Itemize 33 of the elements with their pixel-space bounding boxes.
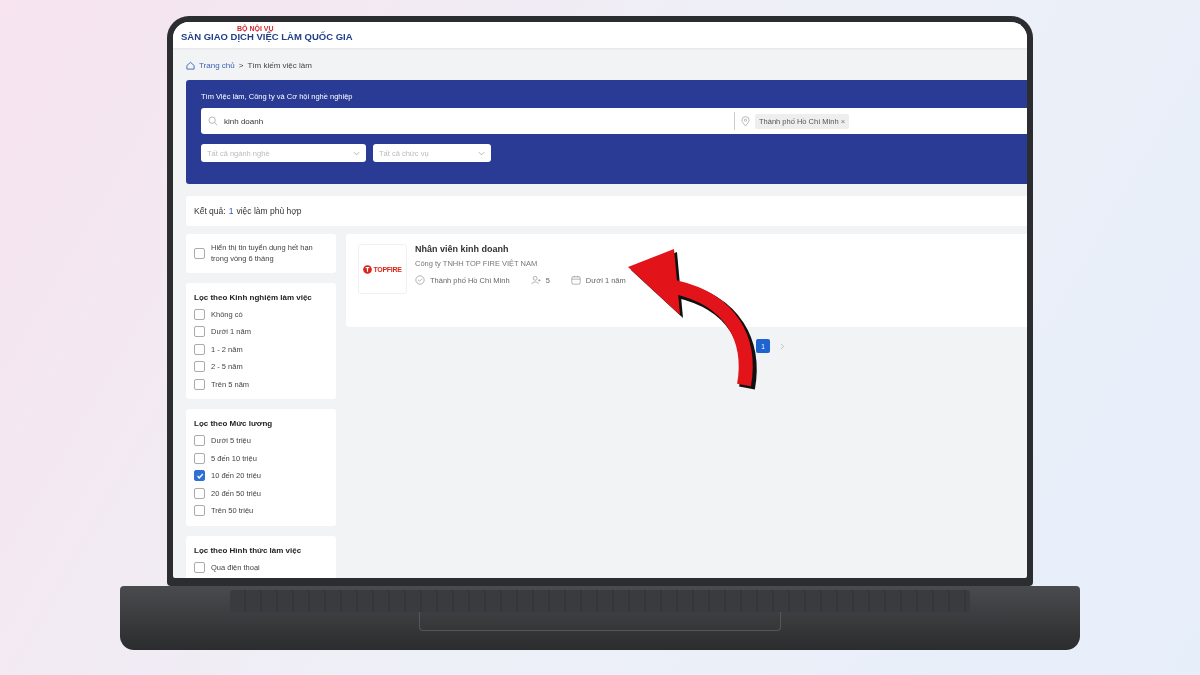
breadcrumb-separator: >: [238, 60, 244, 70]
checkbox[interactable]: [194, 452, 205, 464]
results-suffix: việc làm phù hợp: [236, 206, 302, 216]
user-plus-icon: [530, 275, 541, 285]
checkbox[interactable]: [194, 343, 205, 355]
filter-title: Lọc theo Kinh nghiệm làm việc: [194, 292, 313, 302]
filter-title: Lọc theo Hình thức làm việc: [194, 545, 303, 555]
calendar-icon: [570, 275, 581, 285]
job-title[interactable]: Nhân viên kinh doanh: [415, 244, 626, 254]
location-pin-icon: [741, 115, 750, 127]
breadcrumb-item: Tìm kiếm việc làm: [247, 60, 312, 70]
filter-title: Lọc theo Mức lương: [194, 419, 274, 428]
results-label: Kết quả:: [194, 206, 226, 216]
checkbox[interactable]: [194, 308, 205, 320]
checkbox[interactable]: [194, 435, 205, 447]
checkbox[interactable]: [194, 378, 205, 390]
checkbox[interactable]: [194, 505, 205, 517]
checkbox[interactable]: [194, 561, 205, 573]
checkbox[interactable]: [194, 470, 205, 482]
breadcrumb-item[interactable]: Trang chủ: [199, 60, 235, 70]
chevron-down-icon: [478, 150, 485, 156]
chevron-right-icon[interactable]: [780, 342, 785, 350]
checkbox[interactable]: [194, 326, 205, 338]
checkbox[interactable]: [194, 487, 205, 499]
shield-check-icon: [415, 275, 425, 285]
chevron-down-icon: [353, 150, 360, 156]
search-icon: [208, 116, 218, 126]
results-count: 1: [228, 206, 234, 216]
search-value: kinh doanh: [224, 116, 265, 126]
home-icon[interactable]: [186, 60, 195, 70]
site-title[interactable]: SÀN GIAO DỊCH VIỆC LÀM QUỐC GIA: [181, 31, 353, 42]
checkbox[interactable]: [194, 361, 205, 373]
checkbox[interactable]: [194, 247, 205, 259]
